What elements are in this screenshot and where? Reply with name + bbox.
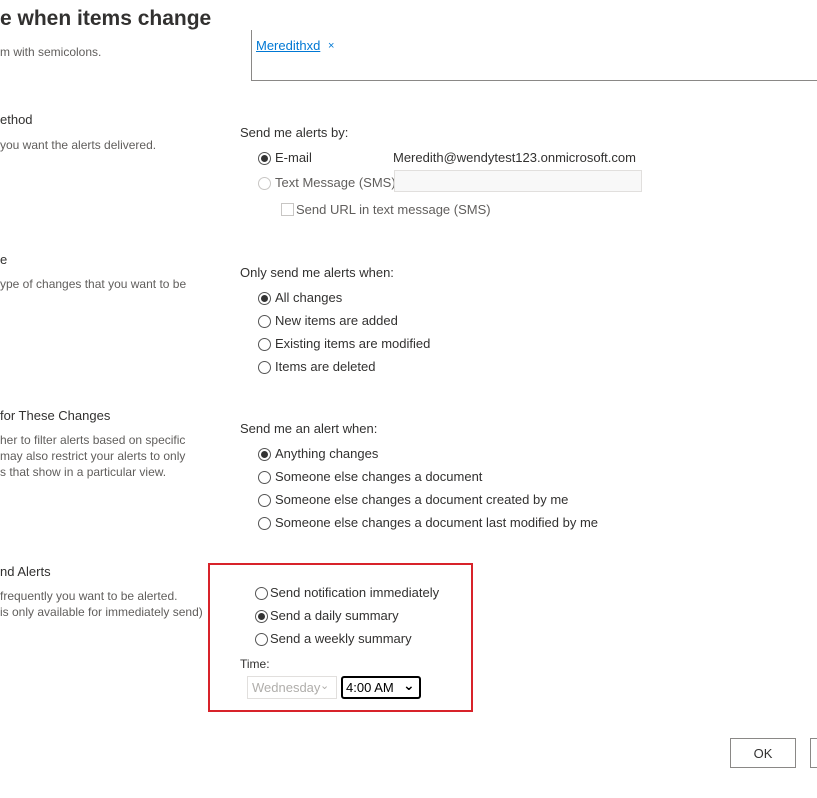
- change-type-option: Items are deleted: [275, 359, 376, 374]
- filter-option: Someone else changes a document created …: [275, 492, 569, 507]
- change-type-option: New items are added: [275, 313, 398, 328]
- time-select[interactable]: 4:00 AM ⌄: [341, 676, 421, 699]
- filter-heading: for These Changes: [0, 408, 111, 423]
- all-changes-radio[interactable]: [258, 292, 271, 305]
- filter-option: Someone else changes a document last mod…: [275, 515, 599, 530]
- send-url-label: Send URL in text message (SMS): [296, 202, 491, 217]
- change-type-heading: e: [0, 252, 8, 267]
- when-to-send-description-line: is only available for immediately send): [0, 605, 203, 619]
- email-address: Meredith@wendytest123.onmicrosoft.com: [393, 150, 636, 165]
- send-url-checkbox[interactable]: [281, 203, 294, 216]
- someone-changes-doc-radio[interactable]: [258, 471, 271, 484]
- chevron-down-icon: ⌄: [320, 680, 330, 692]
- send-alert-when-label: Send me an alert when:: [240, 421, 378, 436]
- someone-changes-modified-radio[interactable]: [258, 517, 271, 530]
- sms-label: Text Message (SMS): [275, 175, 396, 190]
- time-select-value: 4:00 AM: [346, 680, 394, 695]
- filter-option: Someone else changes a document: [275, 469, 483, 484]
- frequency-option: Send a weekly summary: [270, 631, 412, 646]
- when-to-send-heading: nd Alerts: [0, 564, 51, 579]
- day-select-value: Wednesday: [252, 680, 321, 695]
- deleted-items-radio[interactable]: [258, 361, 271, 374]
- daily-summary-radio[interactable]: [255, 610, 268, 623]
- users-description: m with semicolons.: [0, 45, 102, 59]
- frequency-option: Send a daily summary: [270, 608, 399, 623]
- change-type-option: Existing items are modified: [275, 336, 431, 351]
- day-select[interactable]: Wednesday ⌄: [247, 676, 337, 699]
- chevron-down-icon: ⌄: [403, 677, 415, 693]
- users-people-picker[interactable]: [251, 30, 817, 81]
- sms-number-input[interactable]: [394, 170, 642, 192]
- weekly-summary-radio[interactable]: [255, 633, 268, 646]
- change-type-description: ype of changes that you want to be: [0, 277, 187, 291]
- cancel-button[interactable]: [810, 738, 817, 768]
- time-label: Time:: [240, 657, 270, 671]
- ok-button[interactable]: OK: [730, 738, 796, 768]
- delivery-method-heading: ethod: [0, 112, 33, 127]
- anything-changes-radio[interactable]: [258, 448, 271, 461]
- frequency-option: Send notification immediately: [270, 585, 440, 600]
- filter-option: Anything changes: [275, 446, 379, 461]
- change-type-option: All changes: [275, 290, 343, 305]
- send-immediately-radio[interactable]: [255, 587, 268, 600]
- filter-description-line: s that show in a particular view.: [0, 465, 167, 479]
- user-token[interactable]: Meredithxd: [256, 38, 320, 53]
- when-to-send-description-line: frequently you want to be alerted.: [0, 589, 178, 603]
- page-title: e when items change: [0, 7, 212, 30]
- delivery-method-description: you want the alerts delivered.: [0, 138, 157, 152]
- someone-changes-created-radio[interactable]: [258, 494, 271, 507]
- filter-description-line: may also restrict your alerts to only: [0, 449, 186, 463]
- only-send-when-label: Only send me alerts when:: [240, 265, 394, 280]
- email-label: E-mail: [275, 150, 312, 165]
- sms-radio[interactable]: [258, 177, 271, 190]
- send-alerts-by-label: Send me alerts by:: [240, 125, 349, 140]
- filter-description-line: her to filter alerts based on specific: [0, 433, 186, 447]
- email-radio[interactable]: [258, 152, 271, 165]
- new-items-radio[interactable]: [258, 315, 271, 328]
- modified-items-radio[interactable]: [258, 338, 271, 351]
- remove-user-icon[interactable]: ×: [328, 40, 334, 52]
